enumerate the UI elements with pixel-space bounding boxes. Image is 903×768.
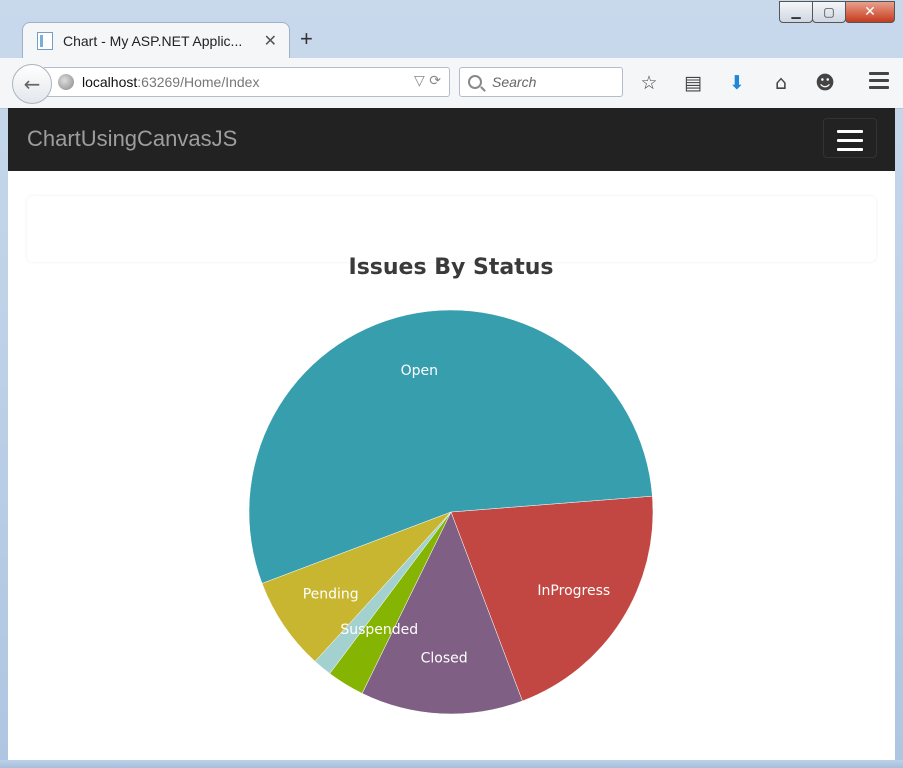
slice-label-inprogress: InProgress [537,583,610,599]
url-bar[interactable]: localhost:63269/Home/Index ▽ ⟳ [44,67,450,97]
chart-container: Issues By Status InProgress Closed Suspende… [83,238,819,760]
window-bottom-border [0,760,903,768]
back-arrow-icon: ← [23,72,41,96]
url-host: localhost [82,74,138,90]
reading-list-icon[interactable]: ▤ [680,70,706,96]
slice-label-pending: Pending [303,587,359,603]
tab-title: Chart - My ASP.NET Applic... [63,32,243,49]
navigation-toolbar: localhost:63269/Home/Index ▽ ⟳ ← Search … [0,58,903,109]
page-content: ChartUsingCanvasJS Issues By Status InPro… [8,108,895,760]
chart-title: Issues By Status [349,255,554,280]
maximize-icon[interactable]: ▢ [812,1,846,23]
page-icon [37,31,53,50]
bookmark-star-icon[interactable]: ☆ [636,70,662,96]
tab-close-icon[interactable]: ✕ [264,31,277,50]
toolbar-icons: ☆ ▤ ⬇ ⌂ ☻ [636,70,856,96]
window-close-icon[interactable]: ✕ [845,1,895,23]
slice-label-suspended: Suspended [340,622,418,638]
pie-chart: Issues By Status InProgress ClosedSuspende… [248,255,654,715]
globe-icon [58,74,74,90]
slice-label-closed: Closed [421,650,468,666]
minimize-icon[interactable]: ▁ [779,1,813,23]
site-brand[interactable]: ChartUsingCanvasJS [27,126,237,152]
tab-chart[interactable]: Chart - My ASP.NET Applic... ✕ [22,22,290,58]
search-icon [468,75,482,89]
browser-window: ▁ ▢ ✕ Chart - My ASP.NET Applic... ✕ + l… [0,0,903,768]
smiley-icon[interactable]: ☻ [812,70,838,96]
reload-icon[interactable]: ▽ ⟳ [414,73,441,89]
hamburger-menu-icon[interactable] [869,72,889,93]
slice-label-open: Open [401,363,438,379]
search-placeholder: Search [492,74,537,90]
search-input[interactable]: Search [459,67,623,97]
navbar-toggle-button[interactable] [823,118,877,158]
url-path: :63269/Home/Index [137,74,260,90]
home-icon[interactable]: ⌂ [768,70,794,96]
back-button[interactable]: ← [12,64,52,104]
tab-bar: Chart - My ASP.NET Applic... ✕ + [0,22,903,58]
site-navbar: ChartUsingCanvasJS [8,108,895,171]
new-tab-button[interactable]: + [300,26,313,52]
window-controls: ▁ ▢ ✕ [779,1,895,23]
download-icon[interactable]: ⬇ [724,70,750,96]
